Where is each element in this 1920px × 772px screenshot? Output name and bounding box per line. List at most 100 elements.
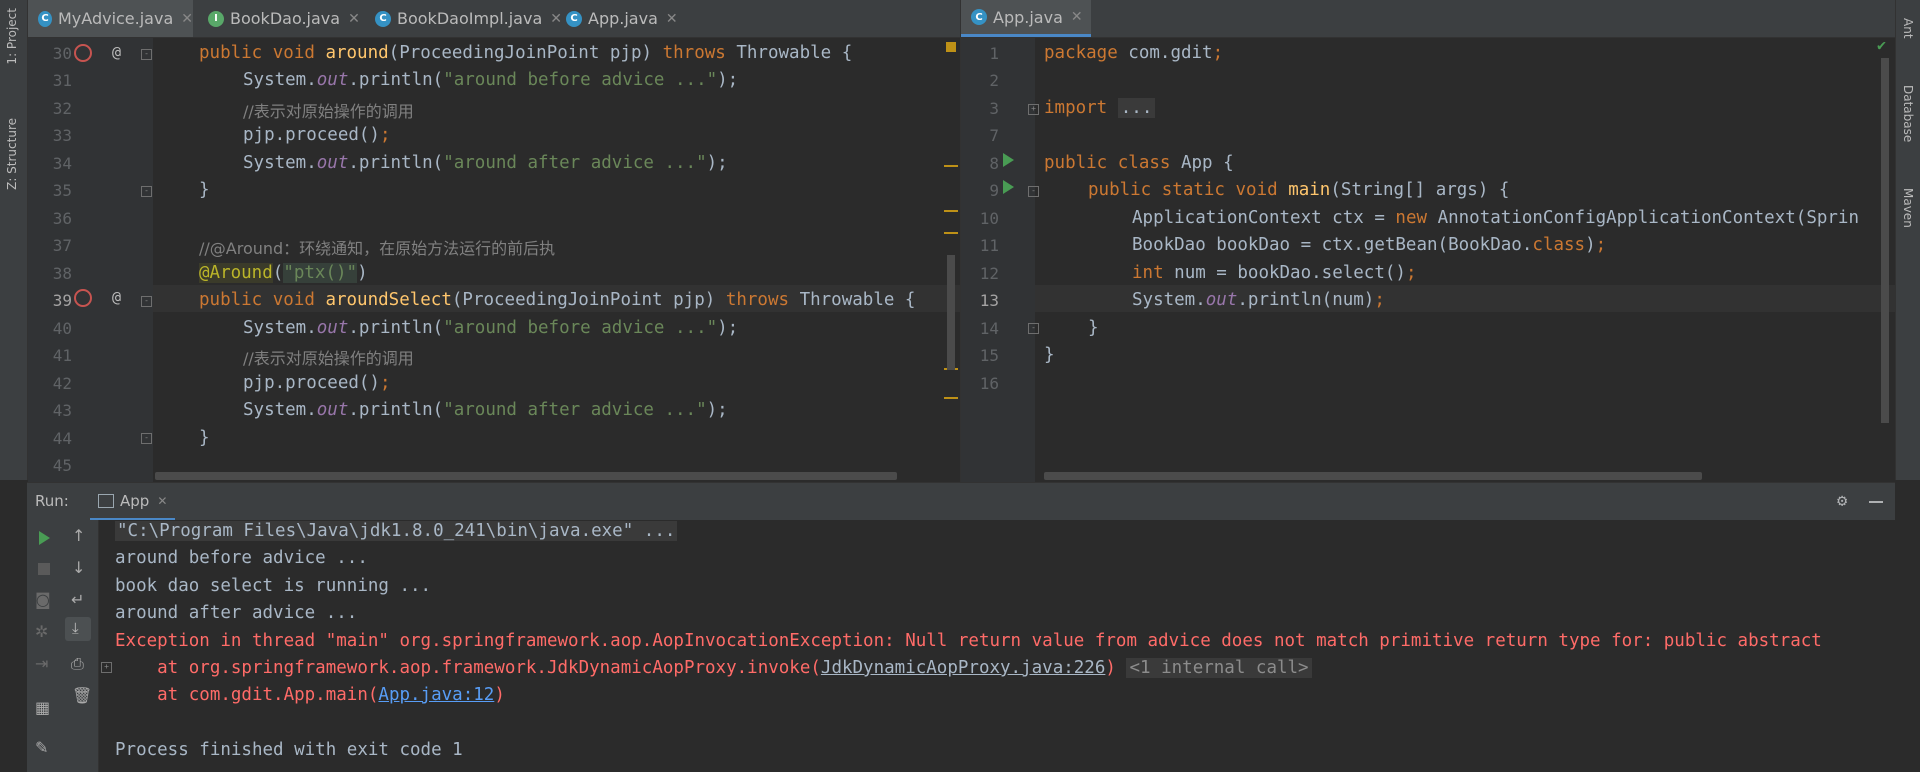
- code-line: }: [1088, 318, 1099, 338]
- warning-marker-icon[interactable]: [946, 42, 956, 52]
- code-line: package com.gdit;: [1044, 43, 1224, 63]
- soft-wrap-icon[interactable]: ↵: [71, 590, 84, 609]
- fold-icon[interactable]: +: [1028, 104, 1039, 115]
- console-stack-line: at com.gdit.App.main(App.java:12): [115, 685, 505, 705]
- annotation-marker-icon[interactable]: @: [112, 288, 121, 306]
- console-stack-line: at org.springframework.aop.framework.Jdk…: [115, 658, 1312, 678]
- close-icon[interactable]: ✕: [181, 11, 193, 27]
- tab-myadvice[interactable]: C MyAdvice.java ✕: [28, 0, 193, 37]
- left-tool-strip: 1: Project Z: Structure: [0, 0, 28, 480]
- tab-bookdao[interactable]: I BookDao.java ✕: [198, 0, 363, 37]
- run-tab-label: App: [120, 491, 150, 510]
- fold-icon[interactable]: -: [141, 186, 152, 197]
- line-number: 44: [52, 429, 72, 448]
- close-icon[interactable]: ✕: [1071, 9, 1083, 25]
- line-number: 40: [52, 319, 72, 338]
- gear-icon[interactable]: ⚙: [1837, 491, 1847, 511]
- left-editor-tabbar: C MyAdvice.java ✕ I BookDao.java ✕ C Boo…: [28, 0, 960, 38]
- right-tool-strip: Ant Database Maven: [1895, 0, 1920, 480]
- tab-label: App.java: [588, 9, 658, 28]
- database-tool-label: Database: [1901, 85, 1915, 143]
- console-line: Process finished with exit code 1: [115, 740, 463, 760]
- folded-imports[interactable]: ...: [1117, 98, 1156, 118]
- advice-marker-icon[interactable]: [74, 44, 92, 62]
- error-stripe-mark[interactable]: [944, 397, 958, 399]
- stack-link[interactable]: App.java:12: [378, 685, 494, 705]
- camera-icon[interactable]: ◙: [35, 590, 51, 609]
- console-line: around after advice ...: [115, 603, 358, 623]
- error-stripe-mark[interactable]: [944, 165, 958, 167]
- code-line: pjp.proceed();: [243, 373, 391, 393]
- ant-tool-tab[interactable]: Ant: [1901, 18, 1915, 39]
- fold-icon[interactable]: -: [141, 433, 152, 444]
- run-icon[interactable]: [1003, 180, 1014, 194]
- database-tool-tab[interactable]: Database: [1901, 85, 1915, 142]
- code-line: }: [1044, 345, 1055, 365]
- run-toolbar-primary: ◙ ✲ ⇥ ▦ ✎: [27, 520, 60, 772]
- code-line: int num = bookDao.select();: [1132, 263, 1417, 283]
- pin-icon[interactable]: ✎: [35, 738, 48, 757]
- close-icon[interactable]: ✕: [157, 494, 167, 508]
- line-number: 43: [52, 401, 72, 420]
- stop-icon[interactable]: [38, 563, 50, 575]
- run-icon[interactable]: [1003, 153, 1014, 167]
- maven-tool-tab[interactable]: Maven: [1901, 188, 1915, 228]
- line-number: 10: [979, 209, 999, 228]
- code-line: BookDao bookDao = ctx.getBean(BookDao.cl…: [1132, 235, 1607, 255]
- run-tab-app[interactable]: App ✕: [90, 483, 176, 521]
- code-line: System.out.println("around before advice…: [243, 318, 739, 338]
- console-line: book dao select is running ...: [115, 576, 432, 596]
- down-arrow-icon[interactable]: ↓: [72, 558, 85, 577]
- code-comment: //表示对原始操作的调用: [243, 349, 414, 368]
- trash-icon[interactable]: 🗑: [72, 686, 92, 705]
- vertical-scrollbar[interactable]: [1881, 58, 1889, 423]
- fold-icon[interactable]: -: [1028, 323, 1039, 334]
- stack-link[interactable]: JdkDynamicAopProxy.java:226: [821, 658, 1105, 678]
- interface-file-icon: I: [208, 10, 224, 27]
- line-number: 33: [52, 126, 72, 145]
- rerun-icon[interactable]: [39, 531, 50, 545]
- error-stripe-mark[interactable]: [944, 232, 958, 234]
- tab-app[interactable]: C App.java ✕: [556, 0, 686, 37]
- line-number: 32: [52, 99, 72, 118]
- code-line: ApplicationContext ctx = new AnnotationC…: [1132, 208, 1859, 228]
- line-number: 12: [979, 264, 999, 283]
- annotation-marker-icon[interactable]: @: [112, 43, 121, 61]
- class-file-icon: C: [971, 9, 987, 25]
- tab-bookdaoimpl[interactable]: C BookDaoImpl.java ✕: [365, 0, 565, 37]
- advice-marker-icon[interactable]: [74, 289, 92, 307]
- internal-call-fold[interactable]: <1 internal call>: [1126, 658, 1312, 678]
- structure-tool-tab[interactable]: Z: Structure: [5, 118, 19, 190]
- up-arrow-icon[interactable]: ↑: [72, 526, 85, 545]
- scroll-to-end-icon[interactable]: ⤓: [65, 617, 91, 641]
- line-number: 2: [989, 71, 999, 90]
- expand-icon[interactable]: +: [101, 662, 112, 673]
- project-tool-tab[interactable]: 1: Project: [5, 8, 19, 65]
- minimize-icon[interactable]: [1869, 501, 1883, 503]
- code-line: System.out.println("around after advice …: [243, 400, 728, 420]
- print-icon[interactable]: ⎙: [71, 654, 84, 674]
- fold-icon[interactable]: -: [1028, 186, 1039, 197]
- fold-icon[interactable]: -: [141, 296, 152, 307]
- line-number: 34: [52, 154, 72, 173]
- ant-tool-label: Ant: [1901, 18, 1915, 39]
- close-icon[interactable]: ✕: [348, 11, 360, 27]
- horizontal-scrollbar[interactable]: [1044, 472, 1702, 480]
- line-number: 3: [989, 99, 999, 118]
- close-icon[interactable]: ✕: [666, 11, 678, 27]
- fold-icon[interactable]: -: [141, 49, 152, 60]
- code-line: pjp.proceed();: [243, 125, 391, 145]
- tab-label: BookDao.java: [230, 9, 341, 28]
- code-comment: //@Around：环绕通知，在原始方法运行的前后执: [199, 239, 556, 258]
- run-label: Run:: [35, 492, 69, 510]
- code-line: public static void main(String[] args) {: [1088, 180, 1510, 200]
- layout-icon[interactable]: ▦: [35, 698, 50, 717]
- debug-icon[interactable]: ✲: [35, 622, 48, 641]
- tab-app-right[interactable]: C App.java ✕: [961, 0, 1091, 37]
- error-stripe-mark[interactable]: [944, 210, 958, 212]
- vertical-scrollbar[interactable]: [947, 255, 955, 370]
- exit-icon[interactable]: ⇥: [35, 654, 48, 673]
- line-number: 37: [52, 236, 72, 255]
- line-number: 41: [52, 346, 72, 365]
- horizontal-scrollbar[interactable]: [155, 472, 897, 480]
